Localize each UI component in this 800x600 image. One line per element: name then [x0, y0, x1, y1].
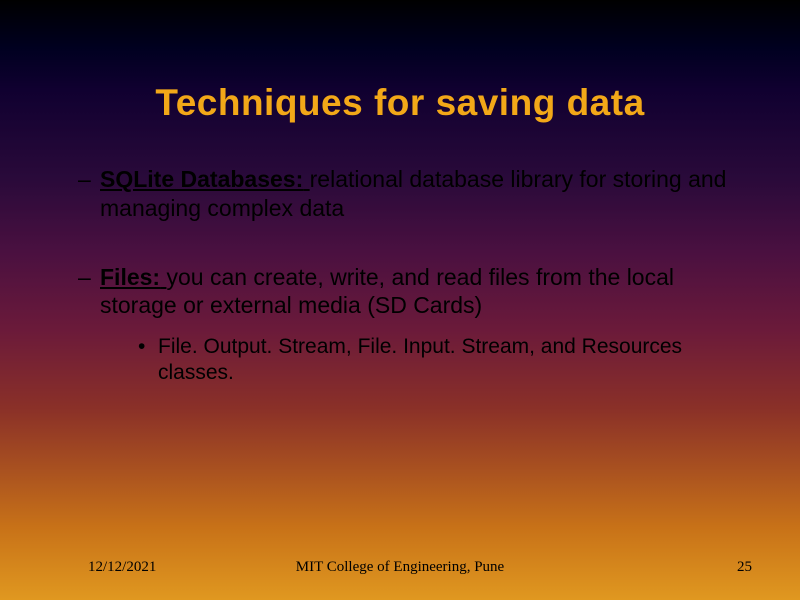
sub-bullet-classes: File. Output. Stream, File. Input. Strea…: [100, 334, 740, 387]
bullet-body: you can create, write, and read files fr…: [100, 264, 674, 319]
bullet-sqlite: SQLite Databases:relational database lib…: [72, 165, 740, 223]
bullet-heading: SQLite Databases:: [100, 166, 310, 192]
slide-content: SQLite Databases:relational database lib…: [72, 165, 740, 427]
bullet-files: Files:you can create, write, and read fi…: [72, 263, 740, 387]
footer-page-number: 25: [737, 559, 752, 576]
slide-title: Techniques for saving data: [0, 82, 800, 124]
footer-org: MIT College of Engineering, Pune: [0, 559, 800, 576]
bullet-heading: Files:: [100, 264, 166, 290]
